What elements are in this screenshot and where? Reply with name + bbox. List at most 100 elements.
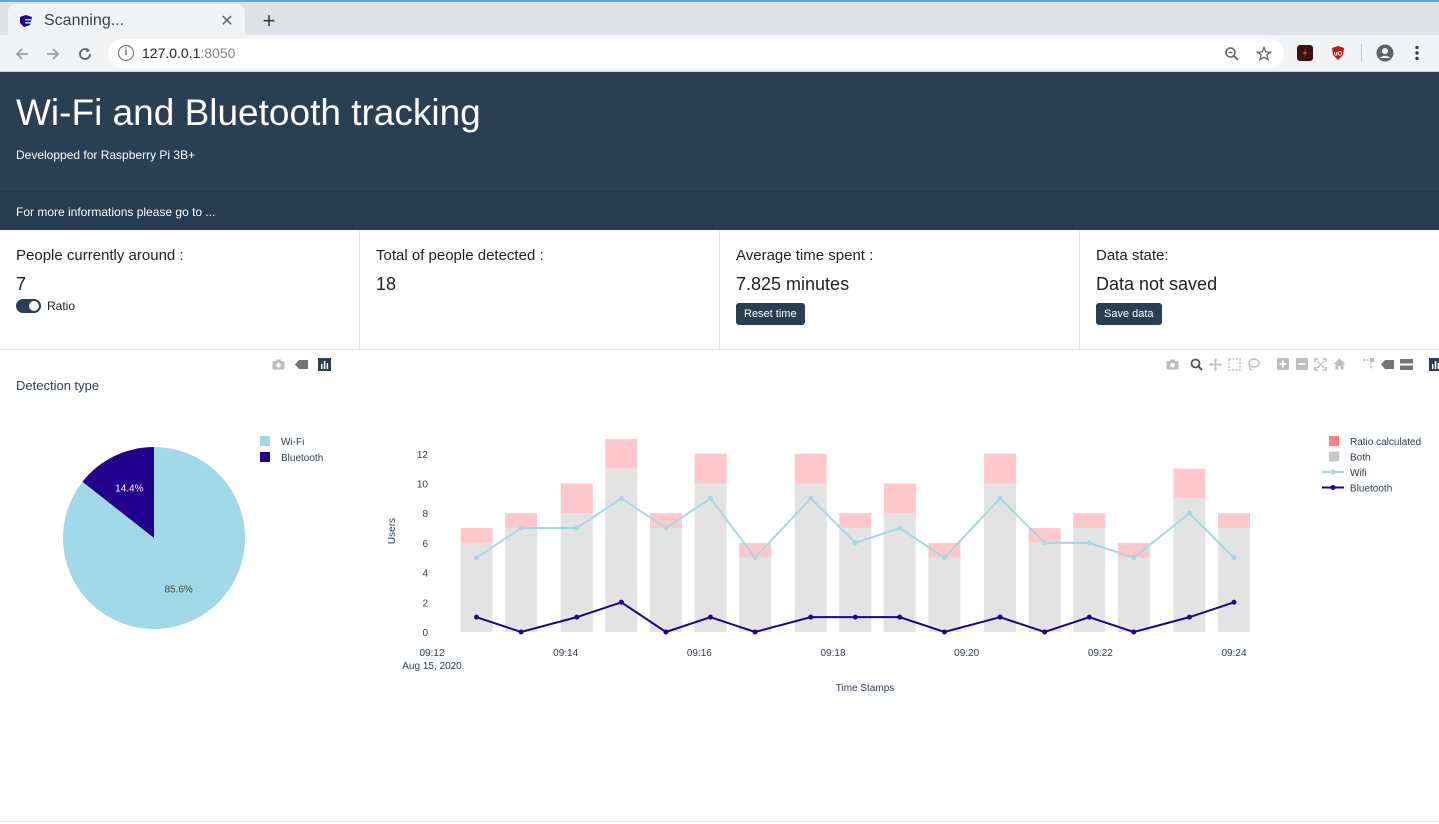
data-state-value: Data not saved	[1096, 274, 1218, 294]
pie-modebar	[272, 357, 331, 371]
extension-flash-icon[interactable]	[1297, 45, 1313, 61]
tab-close-icon[interactable]: ✕	[219, 11, 235, 31]
line-legend-marker	[1330, 485, 1336, 490]
point-wifi	[1131, 555, 1137, 561]
bar-legend-swatch	[1329, 436, 1339, 446]
bar-both	[505, 528, 538, 632]
url-text: 127.0.0.1:8050	[142, 45, 236, 61]
bar-ratio	[460, 528, 493, 543]
pie-legend-label: Wi-Fi	[281, 437, 304, 448]
zoom-tool-icon[interactable]	[1190, 358, 1203, 371]
extension-ublock-icon[interactable]: uO	[1330, 45, 1346, 61]
point-wifi	[752, 555, 758, 561]
point-wifi	[897, 525, 903, 531]
lasso-select-icon[interactable]	[1247, 357, 1260, 371]
point-wifi	[1186, 510, 1192, 516]
x-tick-label: 09:18	[820, 648, 845, 659]
x-tick-label: 09:16	[687, 648, 712, 659]
reset-axes-icon[interactable]	[1333, 358, 1346, 371]
point-wifi	[663, 525, 669, 531]
browser-tab[interactable]: Scanning... ✕	[8, 4, 245, 37]
zoom-out-icon[interactable]	[1295, 358, 1308, 371]
x-tick-label: 09:20	[954, 648, 979, 659]
people-around-label: People currently around :	[16, 247, 184, 264]
plotly-logo-icon[interactable]	[1429, 357, 1439, 371]
bar-both	[928, 557, 961, 632]
x-tick-label: 09:22	[1088, 648, 1113, 659]
point-bluetooth	[852, 614, 858, 620]
app-header: Wi-Fi and Bluetooth tracking Developped …	[0, 72, 1439, 230]
point-wifi	[808, 495, 814, 501]
point-wifi	[1086, 540, 1092, 546]
point-bluetooth	[1131, 629, 1137, 635]
point-wifi	[474, 555, 480, 561]
avg-time-card: Average time spent : 7.825 minutes Reset…	[720, 231, 1080, 349]
x-axis-label: Time Stamps	[836, 683, 895, 694]
ratio-toggle-label: Ratio	[47, 299, 76, 313]
profile-avatar-icon[interactable]	[1376, 44, 1394, 62]
site-info-icon[interactable]: i	[118, 45, 134, 61]
point-bluetooth	[1042, 629, 1048, 635]
spike-lines-icon[interactable]	[1362, 357, 1375, 371]
bar-ratio	[794, 453, 827, 484]
pan-tool-icon[interactable]	[1209, 357, 1222, 371]
zoom-icon[interactable]	[1224, 46, 1240, 62]
browser-toolbar: i 127.0.0.1:8050 uO	[0, 35, 1439, 72]
reset-time-button[interactable]: Reset time	[736, 303, 805, 325]
camera-icon[interactable]	[272, 358, 285, 371]
x-tick-label: 09:14	[553, 648, 578, 659]
pie-legend-swatch	[260, 452, 270, 462]
avg-time-label: Average time spent :	[736, 247, 874, 264]
forward-icon[interactable]	[41, 42, 65, 66]
total-detected-label: Total of people detected :	[376, 247, 544, 264]
point-bluetooth	[997, 614, 1003, 620]
box-select-icon[interactable]	[1228, 357, 1241, 371]
new-tab-icon[interactable]: +	[258, 8, 280, 34]
zoom-in-icon[interactable]	[1276, 358, 1289, 371]
bar-both	[794, 483, 827, 632]
ratio-toggle-row: Ratio	[16, 299, 343, 313]
bar-both	[1028, 542, 1061, 632]
x-tick-label: 09:12	[419, 648, 444, 659]
browser-tabstrip: Scanning... ✕ +	[0, 0, 1439, 37]
bar-both	[605, 468, 638, 632]
pie-legend-label: Bluetooth	[281, 453, 323, 464]
ratio-toggle[interactable]	[16, 299, 41, 313]
camera-icon[interactable]	[1166, 358, 1179, 371]
y-tick-label: 0	[422, 628, 428, 639]
back-icon[interactable]	[10, 42, 34, 66]
pie-value-label: 85.6%	[164, 585, 192, 596]
bookmark-star-icon[interactable]	[1256, 46, 1272, 62]
bar-ratio	[694, 453, 727, 484]
autoscale-tool-icon[interactable]	[1314, 357, 1327, 371]
bar-legend-swatch	[1329, 451, 1339, 462]
reload-icon[interactable]	[73, 42, 97, 66]
stats-row: People currently around : 7 Ratio Total …	[0, 231, 1439, 350]
y-tick-label: 8	[422, 509, 428, 520]
point-wifi	[574, 525, 580, 531]
x-tick-label: 09:24	[1221, 648, 1246, 659]
total-detected-card: Total of people detected : 18	[360, 231, 720, 349]
point-bluetooth	[574, 614, 580, 620]
autoscale-icon[interactable]	[295, 358, 308, 371]
app-favicon-icon	[20, 14, 32, 27]
address-bar[interactable]: i 127.0.0.1:8050	[108, 39, 1284, 68]
bar-legend-label: Ratio calculated	[1350, 437, 1421, 448]
bar-both	[1173, 498, 1206, 632]
pie-value-label: 14.4%	[115, 483, 143, 494]
y-tick-label: 6	[422, 539, 428, 550]
browser-menu-icon[interactable]	[1409, 44, 1425, 62]
toolbar-divider	[1361, 44, 1362, 62]
plotly-logo-icon[interactable]	[318, 357, 331, 371]
point-bluetooth	[707, 614, 713, 620]
bar-ratio	[1218, 513, 1250, 529]
page-bottom-border	[0, 821, 1439, 822]
bar-ratio	[605, 438, 638, 469]
hover-closest-icon[interactable]	[1381, 358, 1394, 371]
pie-section-title: Detection type	[16, 378, 100, 393]
bar-ratio	[883, 483, 916, 514]
hover-compare-icon[interactable]	[1400, 358, 1413, 371]
bar-modebar	[1166, 357, 1439, 371]
bar-legend-label: Both	[1350, 453, 1371, 464]
save-data-button[interactable]: Save data	[1096, 303, 1162, 325]
